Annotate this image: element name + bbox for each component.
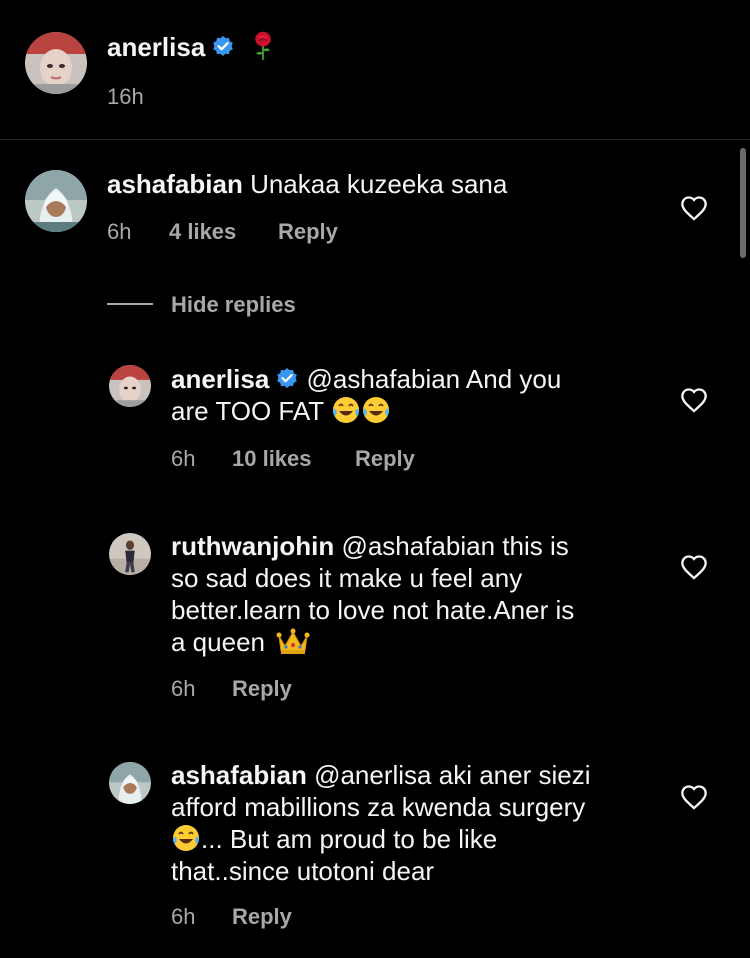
reply-body-line: are TOO FAT xyxy=(171,396,324,426)
reply-body-line: @ashafabian this is xyxy=(341,531,569,561)
reply-button[interactable]: Reply xyxy=(355,446,415,472)
reply-time: 6h xyxy=(171,446,196,471)
hide-replies-line xyxy=(107,303,153,305)
comment-text: ashafabian Unakaa kuzeeka sana xyxy=(107,168,507,200)
caption-time: 16h xyxy=(107,84,144,109)
comment-username[interactable]: ashafabian xyxy=(107,169,243,199)
avatar[interactable] xyxy=(109,365,151,407)
verified-badge-icon xyxy=(277,368,298,388)
reply-body-line: better.learn to love not hate.Aner is xyxy=(171,595,575,625)
reply-body-line: @ashafabian And you xyxy=(306,364,562,394)
avatar[interactable] xyxy=(109,762,151,804)
crown-emoji xyxy=(276,628,310,654)
reply-comment: ashafabian @anerlisa aki aner siezi affo… xyxy=(0,758,750,948)
reply-comment: anerlisa @ashafabian And you are TOO FAT… xyxy=(0,360,750,480)
comment: ashafabian Unakaa kuzeeka sana 6h 4 like… xyxy=(0,148,750,268)
avatar[interactable] xyxy=(109,533,151,575)
reply-username[interactable]: ruthwanjohin xyxy=(171,531,334,561)
reply-body-line: ... But am proud to be like xyxy=(201,824,498,854)
caption-username[interactable]: anerlisa xyxy=(107,32,205,62)
heart-icon[interactable] xyxy=(680,554,708,580)
reply-text: ruthwanjohin @ashafabian this is so sad … xyxy=(171,530,574,658)
reply-button[interactable]: Reply xyxy=(232,676,292,702)
reply-username[interactable]: ashafabian xyxy=(171,760,307,790)
post-caption: anerlisa 16h xyxy=(0,0,750,140)
avatar[interactable] xyxy=(25,170,87,232)
reply-text: anerlisa @ashafabian And you are TOO FAT xyxy=(171,363,561,427)
scrollbar[interactable] xyxy=(740,148,746,258)
verified-badge-icon xyxy=(213,36,234,56)
caption-header: anerlisa xyxy=(107,30,276,63)
reply-text: ashafabian @anerlisa aki aner siezi affo… xyxy=(171,759,590,887)
reply-button[interactable]: Reply xyxy=(232,904,292,930)
laughing-crying-emoji xyxy=(362,397,389,423)
reply-body-line: so sad does it make u feel any xyxy=(171,563,523,593)
heart-icon[interactable] xyxy=(680,195,708,221)
reply-time: 6h xyxy=(171,904,196,929)
reply-likes[interactable]: 10 likes xyxy=(232,446,312,472)
rose-emoji xyxy=(254,31,271,60)
comment-likes[interactable]: 4 likes xyxy=(169,219,236,245)
heart-icon[interactable] xyxy=(680,387,708,413)
comment-body: Unakaa kuzeeka sana xyxy=(250,169,508,199)
reply-comment: ruthwanjohin @ashafabian this is so sad … xyxy=(0,528,750,708)
heart-icon[interactable] xyxy=(680,784,708,810)
hide-replies-button[interactable]: Hide replies xyxy=(171,292,296,318)
laughing-crying-emoji xyxy=(332,397,359,423)
reply-username[interactable]: anerlisa xyxy=(171,364,269,394)
reply-body-line: that..since utotoni dear xyxy=(171,856,435,886)
laughing-crying-emoji xyxy=(173,825,199,851)
reply-button[interactable]: Reply xyxy=(278,219,338,245)
reply-body-line: afford mabillions za kwenda surgery xyxy=(171,792,586,822)
avatar[interactable] xyxy=(25,32,87,94)
comment-time: 6h xyxy=(107,219,132,244)
reply-body-line: @anerlisa aki aner siezi xyxy=(314,760,591,790)
reply-body-line: a queen xyxy=(171,627,265,657)
reply-time: 6h xyxy=(171,676,196,701)
